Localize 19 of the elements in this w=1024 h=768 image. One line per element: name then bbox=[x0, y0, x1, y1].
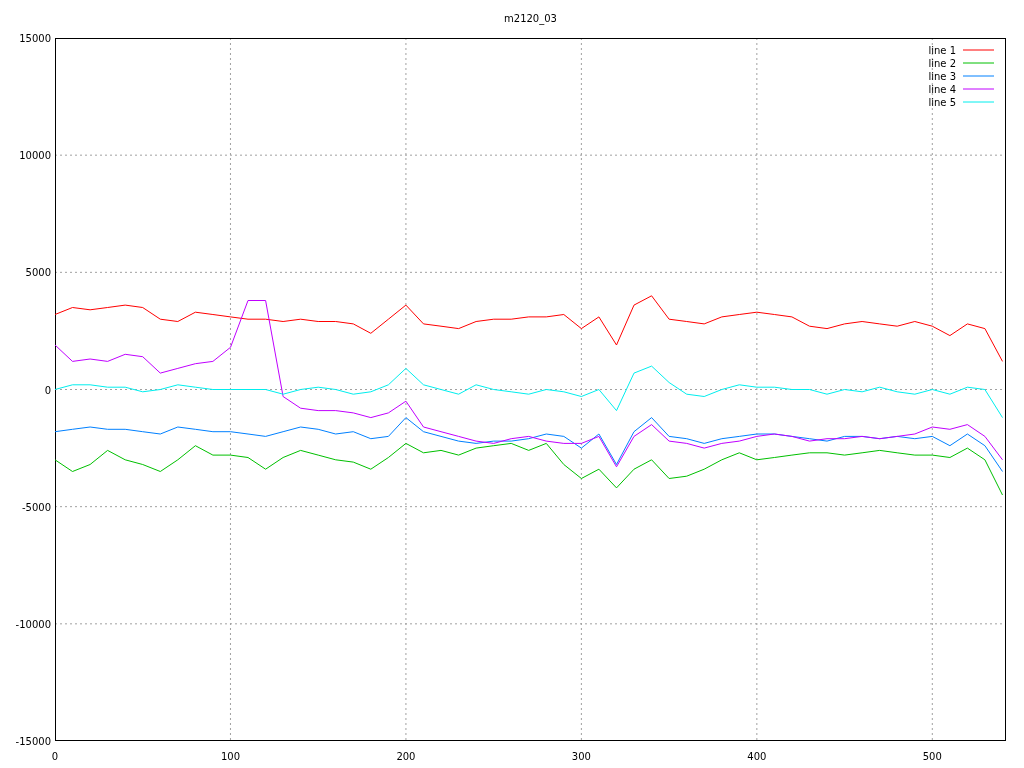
x-tick-label: 0 bbox=[51, 751, 59, 762]
y-tick-label: -10000 bbox=[15, 618, 51, 630]
legend-label: line 5 bbox=[928, 97, 956, 108]
y-tick-label: 10000 bbox=[19, 150, 51, 162]
x-tick-label: 300 bbox=[571, 751, 591, 762]
y-tick-label: -5000 bbox=[21, 501, 51, 513]
y-tick-label: 15000 bbox=[19, 33, 51, 44]
x-tick-label: 500 bbox=[922, 751, 942, 762]
legend-label: line 3 bbox=[928, 71, 956, 82]
legend-label: line 4 bbox=[928, 84, 956, 95]
y-tick-label: 0 bbox=[44, 384, 51, 396]
chart-title: m2120_03 bbox=[504, 13, 557, 24]
legend-label: line 2 bbox=[928, 58, 956, 69]
x-tick-label: 200 bbox=[396, 751, 416, 762]
y-tick-label: 5000 bbox=[25, 267, 51, 279]
x-tick-label: 100 bbox=[220, 751, 240, 762]
legend-label: line 1 bbox=[928, 45, 956, 56]
y-tick-label: -15000 bbox=[15, 736, 51, 747]
x-tick-label: 400 bbox=[747, 751, 767, 762]
